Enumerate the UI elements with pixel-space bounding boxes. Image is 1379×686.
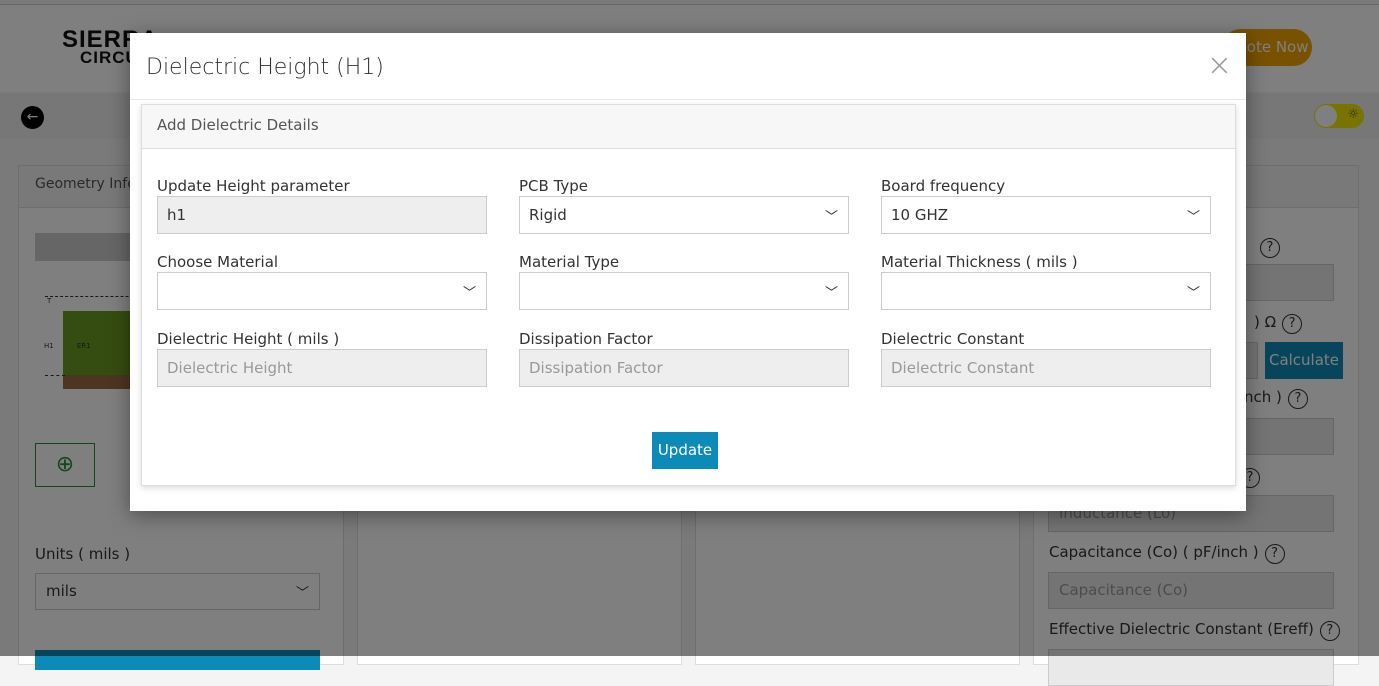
material-thickness-mils-label: Material Thickness ( mils )	[881, 253, 1078, 271]
field-value: Dielectric Height	[167, 359, 293, 377]
chevron-down-icon: ﹀	[462, 286, 476, 301]
dissipation-factor-label: Dissipation Factor	[519, 330, 653, 348]
field-value: Dielectric Constant	[891, 359, 1035, 377]
dielectric-constant-input[interactable]: Dielectric Constant	[881, 349, 1211, 387]
update-height-parameter-input[interactable]: h1	[157, 196, 487, 234]
dielectric-constant-label: Dielectric Constant	[881, 330, 1025, 348]
dielectric-details-card: Add Dielectric Details Update Height par…	[141, 104, 1236, 486]
update-height-parameter-label: Update Height parameter	[157, 177, 350, 195]
close-icon[interactable]: ×	[1207, 49, 1232, 83]
material-type-label: Material Type	[519, 253, 620, 271]
material-thickness-mils-select[interactable]: ﹀	[881, 272, 1211, 310]
material-type-select[interactable]: ﹀	[519, 272, 849, 310]
chevron-down-icon: ﹀	[1186, 210, 1200, 225]
board-frequency-label: Board frequency	[881, 177, 1006, 195]
choose-material-select[interactable]: ﹀	[157, 272, 487, 310]
dielectric-height-mils-label: Dielectric Height ( mils )	[157, 330, 340, 348]
chevron-down-icon: ﹀	[1186, 286, 1200, 301]
choose-material-label: Choose Material	[157, 253, 279, 271]
update-button[interactable]: Update	[652, 432, 718, 469]
pcb-type-select[interactable]: Rigid ﹀	[519, 196, 849, 234]
chevron-down-icon: ﹀	[824, 286, 838, 301]
board-frequency-select[interactable]: 10 GHZ ﹀	[881, 196, 1211, 234]
dielectric-height-modal: Dielectric Height (H1) × Add Dielectric …	[130, 33, 1246, 511]
dissipation-factor-input[interactable]: Dissipation Factor	[519, 349, 849, 387]
dielectric-height-mils-input[interactable]: Dielectric Height	[157, 349, 487, 387]
field-value: 10 GHZ	[891, 206, 949, 224]
field-value: Dissipation Factor	[529, 359, 663, 377]
chevron-down-icon: ﹀	[824, 210, 838, 225]
modal-title: Dielectric Height (H1)	[146, 55, 384, 80]
field-value: h1	[167, 206, 187, 224]
card-header: Add Dielectric Details	[142, 105, 1235, 149]
field-value: Rigid	[529, 206, 567, 224]
divider	[130, 99, 1246, 100]
pcb-type-label: PCB Type	[519, 177, 589, 195]
